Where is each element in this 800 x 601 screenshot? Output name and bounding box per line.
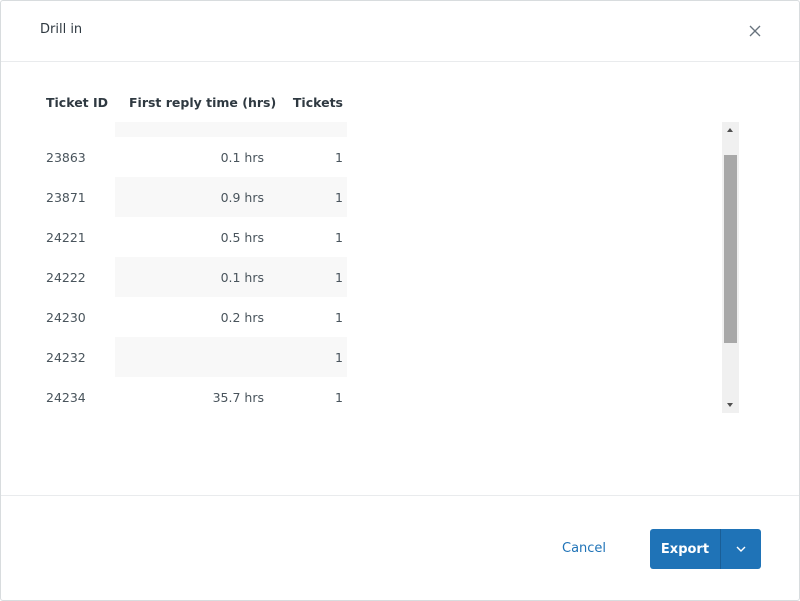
cell-first-reply-time: 0.1 hrs — [220, 270, 264, 285]
cell-first-reply-time: 0.5 hrs — [220, 230, 264, 245]
cell-ticket-id: 24232 — [46, 350, 86, 365]
cell-ticket-id: 23863 — [46, 150, 86, 165]
cell-ticket-id: 24234 — [46, 390, 86, 405]
cell-first-reply-time: 0.1 hrs — [220, 150, 264, 165]
table-row: 24221 0.5 hrs 1 — [37, 217, 357, 257]
dialog-footer: Cancel Export — [1, 495, 799, 601]
export-button-group: Export — [650, 529, 761, 569]
cell-tickets: 1 — [335, 350, 343, 365]
table-row: 24234 35.7 hrs 1 — [37, 377, 357, 412]
drill-in-dialog: Drill in Ticket ID First reply time (hrs… — [0, 0, 800, 601]
cell-ticket-id: 24221 — [46, 230, 86, 245]
cell-ticket-id: 23871 — [46, 190, 86, 205]
scrollbar-thumb[interactable] — [724, 155, 737, 343]
cell-ticket-id: 24222 — [46, 270, 86, 285]
cell-tickets: 1 — [335, 190, 343, 205]
table-row: 24230 0.2 hrs 1 — [37, 297, 357, 337]
scroll-up-arrow-icon[interactable] — [722, 122, 739, 139]
table-row: 24222 0.1 hrs 1 — [37, 257, 357, 297]
cell-tickets: 1 — [335, 150, 343, 165]
cancel-button[interactable]: Cancel — [552, 529, 616, 569]
close-button[interactable] — [743, 19, 767, 43]
cell-first-reply-time: 35.7 hrs — [212, 390, 264, 405]
cell-tickets: 1 — [335, 310, 343, 325]
chevron-down-icon — [736, 546, 746, 552]
cell-first-reply-time: 0.2 hrs — [220, 310, 264, 325]
cell-tickets: 1 — [335, 270, 343, 285]
table-row — [37, 122, 357, 137]
cell-tickets: 1 — [335, 390, 343, 405]
table-header: Ticket ID First reply time (hrs) Tickets — [37, 89, 357, 117]
cell-first-reply-time: 0.9 hrs — [220, 190, 264, 205]
column-header-tickets[interactable]: Tickets — [293, 95, 343, 110]
cell-tickets: 1 — [335, 230, 343, 245]
table-row: 23863 0.1 hrs 1 — [37, 137, 357, 177]
scroll-down-arrow-icon[interactable] — [722, 396, 739, 413]
column-header-ticket-id[interactable]: Ticket ID — [46, 95, 108, 110]
close-icon — [749, 25, 761, 37]
export-menu-button[interactable] — [721, 529, 761, 569]
table-body: 23863 0.1 hrs 1 23871 0.9 hrs 1 24221 0.… — [37, 122, 357, 412]
table-row: 24232 1 — [37, 337, 357, 377]
export-button[interactable]: Export — [650, 529, 720, 569]
dialog-title: Drill in — [40, 22, 83, 37]
vertical-scrollbar[interactable] — [722, 122, 739, 413]
dialog-header: Drill in — [1, 1, 799, 62]
column-header-first-reply-time[interactable]: First reply time (hrs) — [129, 95, 276, 110]
cell-ticket-id: 24230 — [46, 310, 86, 325]
table-row: 23871 0.9 hrs 1 — [37, 177, 357, 217]
